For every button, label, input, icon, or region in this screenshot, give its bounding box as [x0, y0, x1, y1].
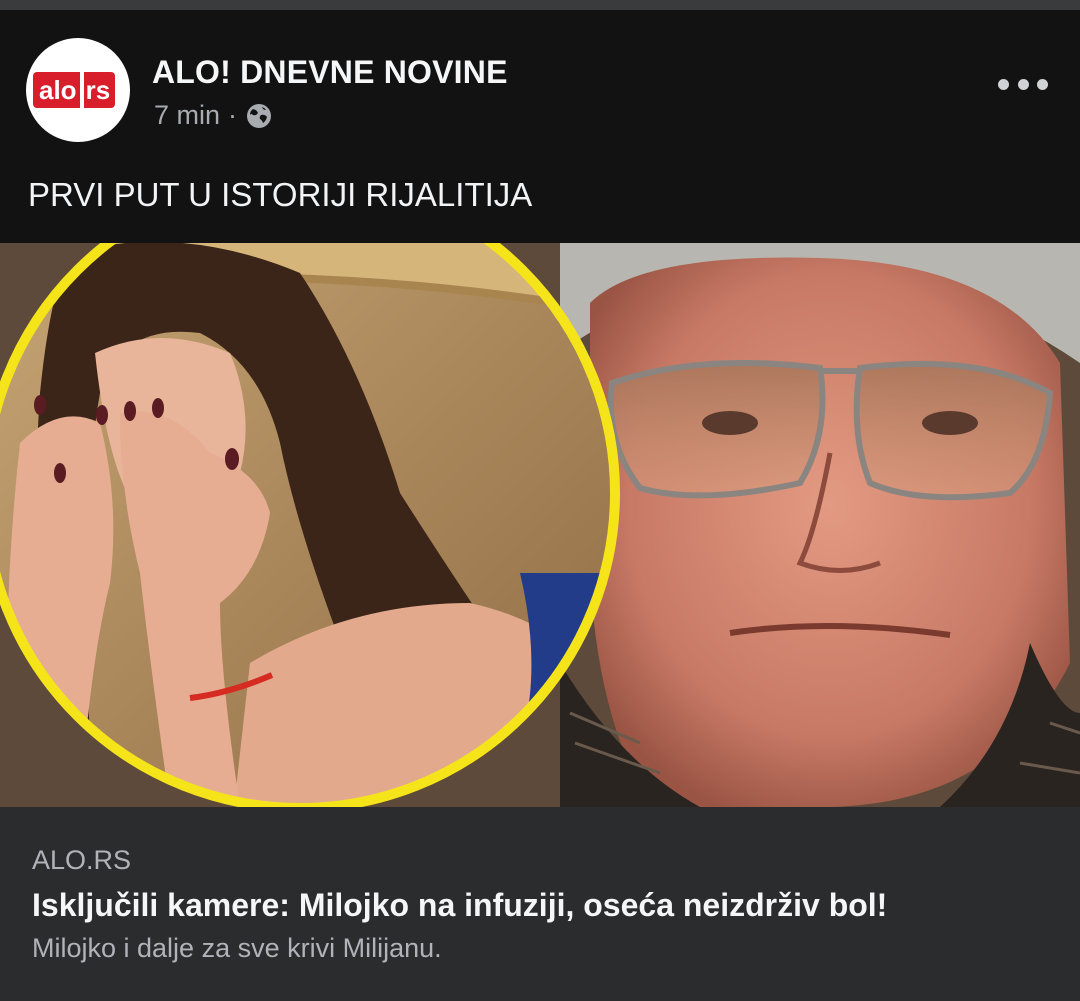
page-name[interactable]: ALO! DNEVNE NOVINE [152, 54, 508, 91]
meta-separator: · [228, 100, 238, 130]
top-strip [0, 0, 1080, 10]
more-options-icon[interactable] [998, 72, 1048, 96]
post-text: PRVI PUT U ISTORIJI RIJALITIJA [28, 176, 533, 213]
avatar[interactable]: alo rs [26, 38, 130, 142]
post-header: alo rs ALO! DNEVNE NOVINE 7 min · [0, 10, 1080, 160]
alo-logo: alo rs [33, 72, 123, 108]
link-preview[interactable]: ALO.RS Isključili kamere: Milojko na inf… [0, 807, 1080, 1001]
link-domain: ALO.RS [32, 845, 132, 875]
post-meta: 7 min · [154, 100, 273, 131]
logo-left-text: alo [33, 72, 80, 108]
link-description: Milojko i dalje za sve krivi Milijanu. [32, 933, 442, 963]
feed-post: alo rs ALO! DNEVNE NOVINE 7 min · PRVI P… [0, 10, 1080, 1001]
logo-right-text: rs [83, 72, 116, 108]
post-time[interactable]: 7 min [154, 100, 220, 131]
globe-icon [247, 103, 272, 128]
post-image[interactable] [0, 243, 1080, 807]
link-headline[interactable]: Isključili kamere: Milojko na infuziji, … [32, 887, 887, 924]
post-photo [0, 243, 1080, 807]
